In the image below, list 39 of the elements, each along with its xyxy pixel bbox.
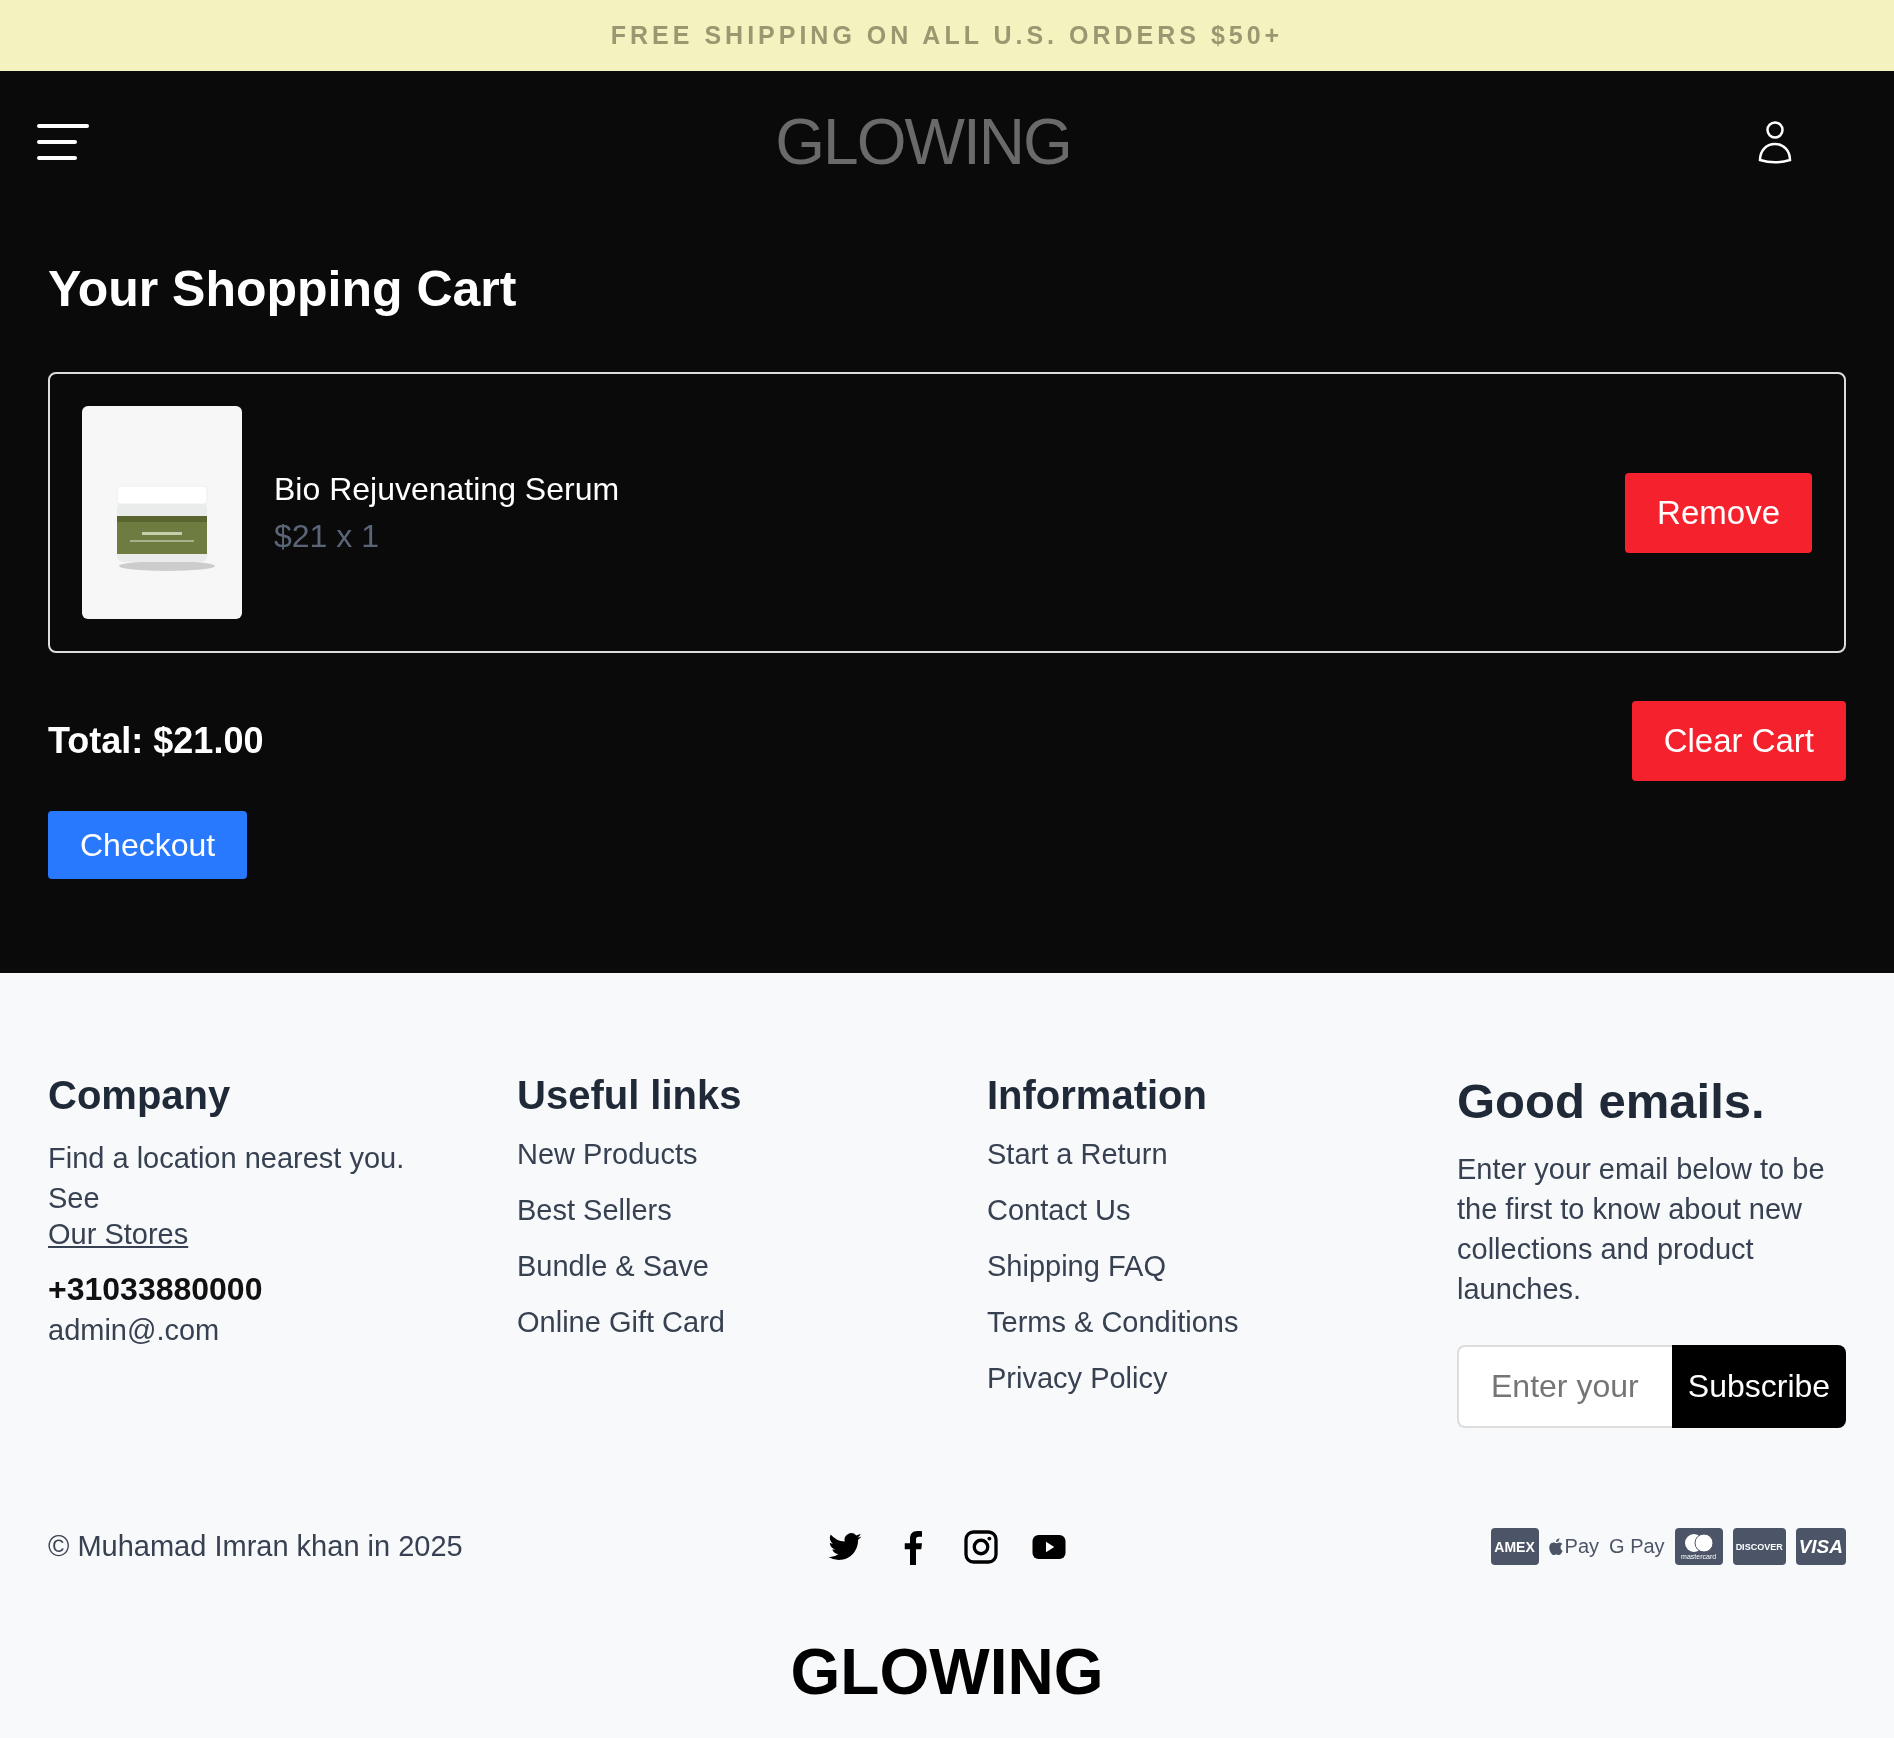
product-price: $21 x 1 (274, 517, 380, 555)
footer-link[interactable]: Online Gift Card (517, 1306, 987, 1339)
column-heading: Information (987, 1073, 1208, 1118)
user-icon[interactable] (1757, 119, 1793, 164)
discover-logo: DISCOVER (1732, 1528, 1786, 1565)
column-heading: Useful links (517, 1073, 743, 1118)
google-pay-logo: G Pay (1609, 1535, 1665, 1558)
visa-logo: VISA (1795, 1528, 1846, 1565)
footer-link[interactable]: Shipping FAQ (987, 1250, 1457, 1283)
phone-number: +31033880000 (48, 1271, 264, 1308)
footer-link[interactable]: Bundle & Save (517, 1250, 987, 1283)
newsletter-text: Enter your email below to be the first to know about new collections and product launches. (1457, 1152, 1826, 1307)
page-title: Your Shopping Cart (48, 260, 518, 318)
checkout-button[interactable]: Checkout (48, 811, 248, 879)
footer-link[interactable]: Privacy Policy (987, 1362, 1457, 1395)
clear-cart-button[interactable]: Clear Cart (1631, 701, 1846, 781)
stores-link[interactable]: Our Stores (48, 1218, 189, 1251)
footer-link[interactable]: Start a Return (987, 1138, 1457, 1171)
remove-button[interactable]: Remove (1625, 472, 1812, 553)
apple-pay-logo: Pay (1548, 1535, 1600, 1558)
product-name: Bio Rejuvenating Serum (274, 470, 621, 508)
location-text: Find a location nearest you. See (48, 1141, 406, 1216)
cart-total: Total: $21.00 (48, 720, 264, 762)
footer-link[interactable]: Contact Us (987, 1194, 1457, 1227)
instagram-icon[interactable] (963, 1528, 999, 1565)
subscribe-button[interactable]: Subscribe (1672, 1345, 1846, 1428)
copyright-text: © Muhamad Imran khan in 2025 (48, 1530, 464, 1563)
footer-link[interactable]: New Products (517, 1138, 987, 1171)
email-field[interactable]: Enter your (1457, 1345, 1672, 1428)
footer-link[interactable]: Terms & Conditions (987, 1306, 1457, 1339)
email-address: admin@.com (48, 1314, 221, 1347)
shipping-banner-text: FREE SHIPPING ON ALL U.S. ORDERS $50+ (610, 21, 1284, 50)
footer-logo: GLOWING (790, 1636, 1104, 1708)
column-heading: Company (48, 1073, 232, 1118)
logo[interactable]: GLOWING (775, 104, 1071, 179)
footer-link[interactable]: Best Sellers (517, 1194, 987, 1227)
menu-icon[interactable] (37, 121, 89, 162)
newsletter-heading: Good emails. (1457, 1073, 1766, 1129)
amex-logo: AMEX (1490, 1528, 1539, 1565)
